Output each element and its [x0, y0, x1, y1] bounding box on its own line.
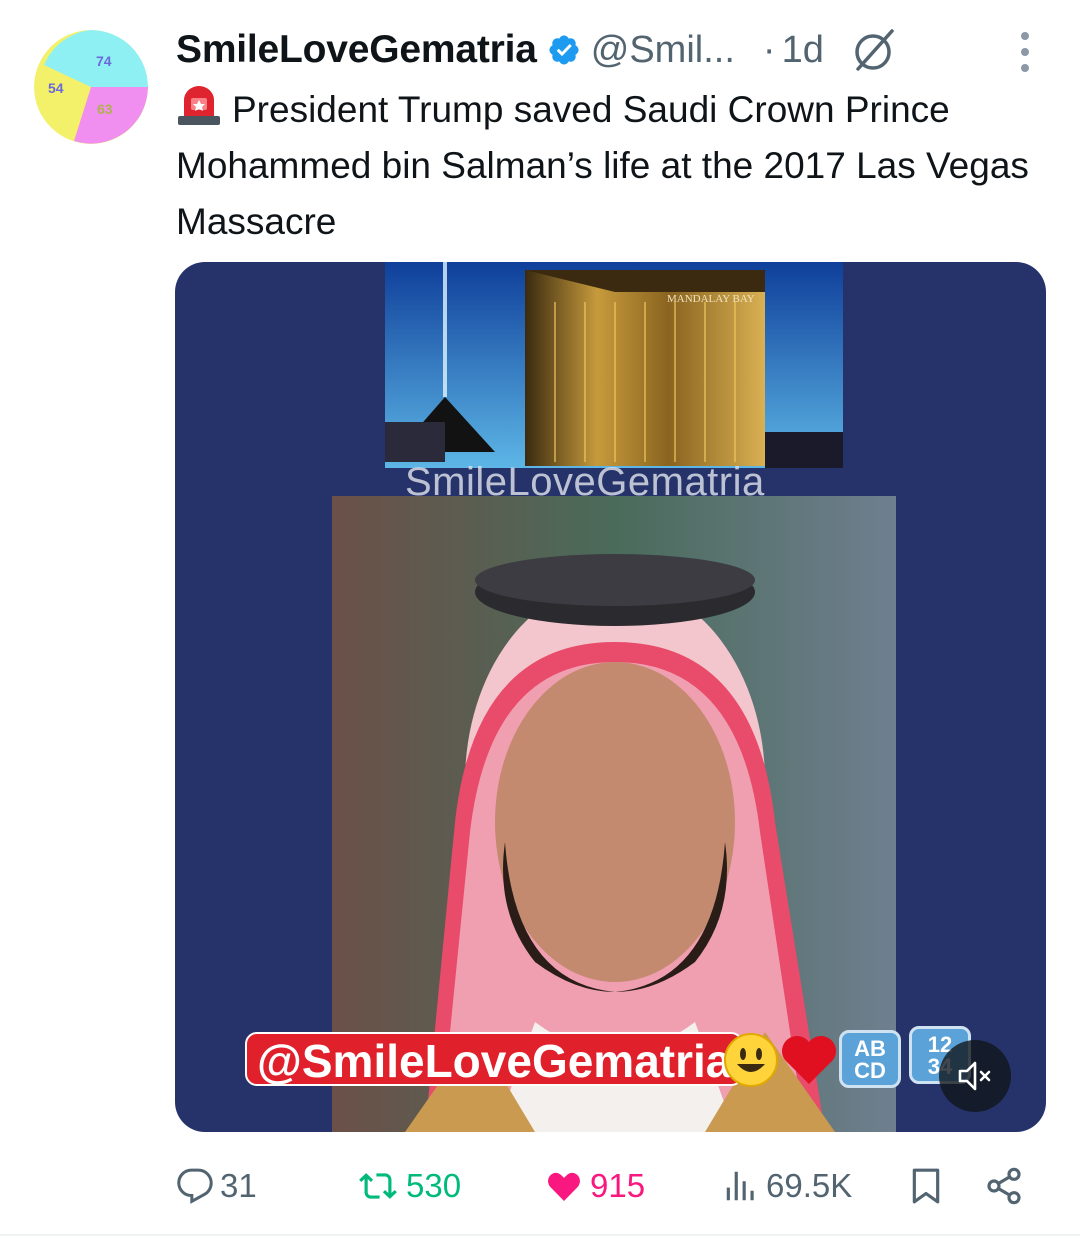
heart-filled-icon [548, 1172, 580, 1202]
separator-dot: · [762, 28, 776, 71]
las-vegas-photo: MANDALAY BAY [385, 262, 843, 468]
reply-bubble-icon [177, 1168, 213, 1204]
heart-emoji-icon [782, 1036, 836, 1084]
like-count: 915 [590, 1167, 646, 1204]
avatar-number-74: 74 [96, 53, 112, 69]
bookmark-icon [912, 1168, 940, 1204]
avatar-number-63: 63 [97, 101, 113, 117]
mute-toggle-button[interactable] [939, 1040, 1011, 1112]
gematria-avatar-icon: 74 54 63 [34, 30, 148, 144]
tweet-media-video[interactable]: MANDALAY BAY SmileLoveGematria @SmileLov… [175, 262, 1046, 1132]
abcd-key-line-1: AB [854, 1036, 886, 1061]
repost-button[interactable]: 530 [356, 1158, 461, 1214]
avatar-number-54: 54 [48, 80, 64, 96]
tweet-header: SmileLoveGematria @Smil... · 1d [176, 24, 1046, 76]
reply-count: 31 [220, 1167, 257, 1204]
tweet-age[interactable]: 1d [782, 29, 824, 72]
smiley-emoji-icon [724, 1033, 778, 1087]
video-frame: MANDALAY BAY [332, 262, 896, 1132]
author-display-name[interactable]: SmileLoveGematria [176, 28, 537, 72]
reply-button[interactable]: 31 [176, 1158, 257, 1214]
abcd-key-line-2: CD [854, 1058, 886, 1083]
media-watermark: SmileLoveGematria [405, 460, 765, 504]
views-count: 69.5K [766, 1167, 853, 1204]
like-button[interactable]: 915 [544, 1158, 645, 1214]
repost-arrows-icon [359, 1173, 397, 1199]
repost-count: 530 [406, 1167, 462, 1204]
views-button[interactable]: 69.5K [722, 1158, 852, 1214]
verified-badge-icon [549, 35, 579, 65]
media-overlay-handle: @SmileLoveGematria [245, 1032, 744, 1087]
mandalay-bay-sign: MANDALAY BAY [667, 293, 755, 305]
author-avatar[interactable]: 74 54 63 [34, 30, 148, 144]
grok-icon[interactable] [850, 25, 900, 75]
author-handle[interactable]: @Smil... [591, 29, 735, 72]
siren-emoji-icon [178, 86, 220, 125]
abcd-key-emoji-icon: AB CD [839, 1030, 901, 1088]
more-vertical-icon[interactable] [1012, 32, 1038, 72]
tweet-divider [0, 1234, 1080, 1236]
share-icon [987, 1167, 1021, 1205]
share-button[interactable] [984, 1158, 1030, 1214]
tweet-body: President Trump saved Saudi Crown Prince… [176, 89, 1029, 242]
bar-chart-icon [726, 1171, 754, 1201]
tweet-action-bar: 31 530 915 69.5K [0, 1158, 1080, 1214]
bookmark-button[interactable] [906, 1158, 952, 1214]
speaker-muted-icon [958, 1061, 991, 1091]
tweet-text: President Trump saved Saudi Crown Prince… [176, 82, 1036, 250]
